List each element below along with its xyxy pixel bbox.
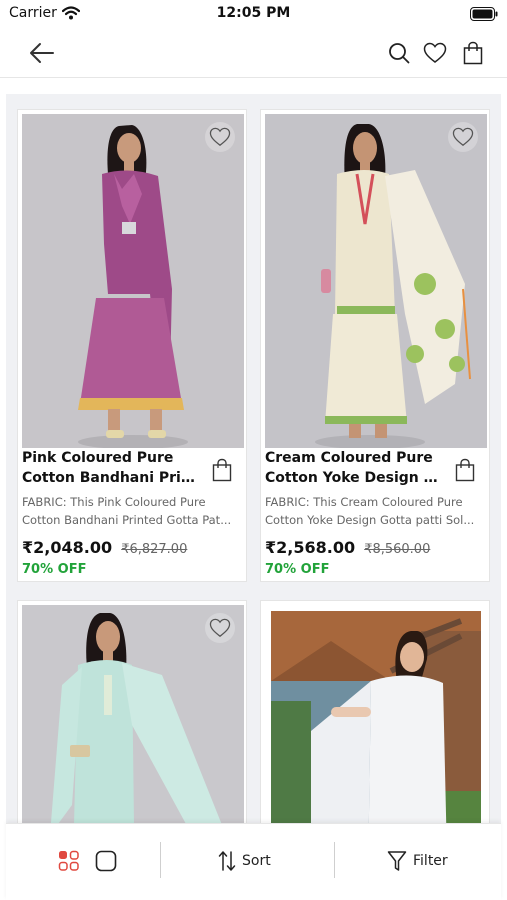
product-title-line: Cotton Bandhani Print... [22, 470, 202, 486]
product-description-line: Cotton Yoke Design Gotta patti Sol... [265, 513, 475, 527]
product-image[interactable] [22, 114, 244, 448]
single-view-toggle[interactable] [95, 848, 117, 874]
price-row: ₹2,048.00 ₹6,827.00 [22, 538, 187, 557]
product-title-line: Cream Coloured Pure [265, 450, 433, 466]
clock: 12:05 PM [216, 5, 291, 21]
product-description-line: Cotton Bandhani Printed Gotta Pat... [22, 513, 232, 527]
divider [160, 842, 161, 878]
discount-label: 70% OFF [22, 562, 87, 577]
wishlist-heart-icon[interactable] [205, 122, 235, 152]
original-price: ₹8,560.00 [364, 542, 431, 557]
product-image[interactable] [265, 114, 487, 448]
add-to-bag-icon[interactable] [455, 458, 475, 486]
discount-label: 70% OFF [265, 562, 330, 577]
original-price: ₹6,827.00 [121, 542, 188, 557]
filter-label: Filter [413, 853, 448, 869]
wishlist-heart-icon[interactable] [205, 613, 235, 643]
selling-price: ₹2,048.00 [22, 538, 113, 557]
price-row: ₹2,568.00 ₹8,560.00 [265, 538, 430, 557]
grid-view-icon [58, 850, 79, 871]
bottom-action-bar: Sort Filter [6, 823, 501, 900]
wishlist-heart-icon[interactable] [422, 40, 448, 66]
product-title[interactable]: Cream Coloured Pure Cotton Yoke Design G… [265, 448, 445, 488]
add-to-bag-icon[interactable] [212, 458, 232, 486]
product-description-line: FABRIC: This Pink Coloured Pure [22, 495, 206, 509]
sort-icon [218, 851, 236, 871]
product-description: FABRIC: This Pink Coloured Pure Cotton B… [22, 493, 242, 529]
product-description: FABRIC: This Cream Coloured Pure Cotton … [265, 493, 485, 529]
search-icon[interactable] [386, 40, 412, 66]
grid-view-toggle[interactable] [58, 848, 80, 874]
status-bar: Carrier 12:05 PM [0, 0, 507, 28]
battery-icon [470, 6, 498, 25]
product-card[interactable]: Cream Coloured Pure Cotton Yoke Design G… [260, 109, 490, 582]
product-title[interactable]: Pink Coloured Pure Cotton Bandhani Print… [22, 448, 202, 488]
product-title-line: Pink Coloured Pure [22, 450, 174, 466]
navigation-bar [0, 28, 507, 78]
selling-price: ₹2,568.00 [265, 538, 356, 557]
wishlist-heart-icon[interactable] [448, 122, 478, 152]
product-grid: Pink Coloured Pure Cotton Bandhani Print… [6, 94, 501, 900]
filter-button[interactable]: Filter [387, 848, 448, 874]
product-title-line: Cotton Yoke Design G... [265, 470, 445, 486]
product-description-line: FABRIC: This Cream Coloured Pure [265, 495, 463, 509]
shopping-bag-icon[interactable] [460, 40, 486, 66]
single-view-icon [95, 850, 117, 872]
filter-icon [387, 851, 407, 871]
divider [334, 842, 335, 878]
back-arrow-icon[interactable] [29, 40, 55, 66]
sort-label: Sort [242, 853, 271, 869]
sort-button[interactable]: Sort [218, 848, 271, 874]
product-card[interactable]: Pink Coloured Pure Cotton Bandhani Print… [17, 109, 247, 582]
